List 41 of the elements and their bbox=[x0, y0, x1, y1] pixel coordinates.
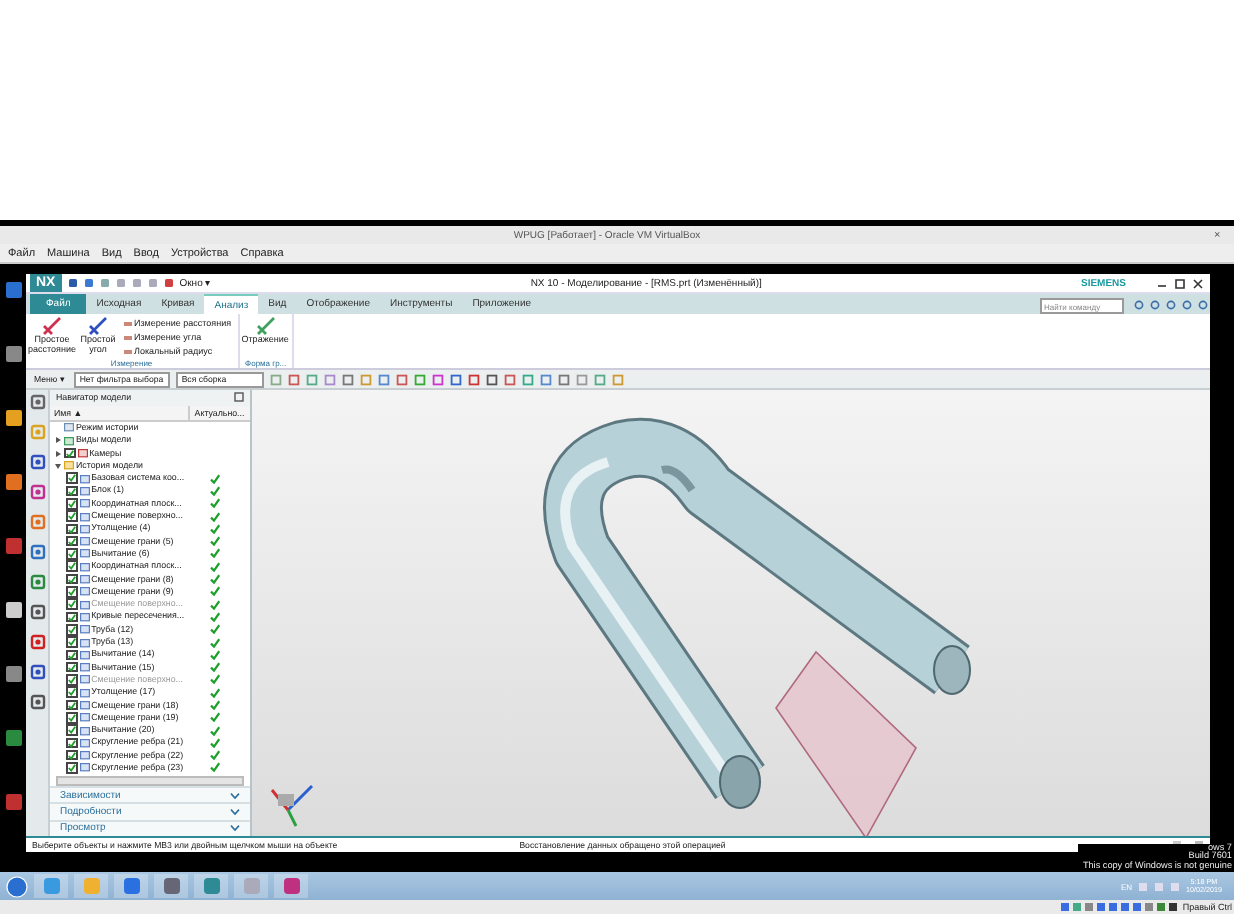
check-icon bbox=[66, 449, 74, 458]
checkbox[interactable] bbox=[66, 649, 78, 661]
checkbox[interactable] bbox=[66, 598, 78, 610]
desktop-icon[interactable] bbox=[3, 600, 23, 620]
checkbox[interactable] bbox=[66, 712, 78, 724]
desktop-icon[interactable] bbox=[3, 408, 23, 428]
checkbox[interactable] bbox=[66, 762, 78, 774]
scrollbar[interactable] bbox=[56, 775, 244, 786]
checkbox[interactable] bbox=[66, 636, 78, 648]
checkbox[interactable] bbox=[66, 674, 78, 686]
checkbox[interactable] bbox=[66, 661, 78, 673]
checkbox[interactable] bbox=[64, 447, 76, 459]
desktop-icon[interactable] bbox=[3, 472, 23, 492]
checkbox[interactable] bbox=[66, 472, 78, 484]
checkbox[interactable] bbox=[66, 611, 78, 623]
checkbox[interactable] bbox=[66, 749, 78, 761]
app-icon[interactable] bbox=[274, 874, 308, 898]
checkbox[interactable] bbox=[66, 724, 78, 736]
checkbox[interactable] bbox=[66, 623, 78, 636]
checkbox[interactable] bbox=[66, 548, 78, 560]
expander-icon[interactable] bbox=[54, 436, 62, 445]
desktop-icon[interactable] bbox=[3, 664, 23, 684]
axis-triad-icon bbox=[270, 784, 314, 827]
checkbox[interactable] bbox=[66, 535, 78, 547]
maximize-icon[interactable] bbox=[1174, 277, 1186, 289]
maximize-icon[interactable] bbox=[234, 392, 244, 403]
checkbox[interactable] bbox=[66, 686, 78, 698]
app-icon[interactable] bbox=[194, 874, 228, 898]
checkbox[interactable] bbox=[66, 523, 78, 535]
desktop-icon[interactable] bbox=[3, 344, 23, 364]
checkbox[interactable] bbox=[66, 510, 78, 522]
checkbox[interactable] bbox=[66, 560, 78, 573]
app-icon[interactable] bbox=[154, 874, 188, 898]
start-icon[interactable] bbox=[6, 875, 28, 897]
checkbox[interactable] bbox=[66, 586, 78, 598]
checkbox[interactable] bbox=[66, 485, 78, 497]
checkbox[interactable] bbox=[66, 573, 78, 585]
checkbox[interactable] bbox=[66, 497, 78, 510]
expander-icon[interactable] bbox=[54, 461, 62, 470]
checkbox[interactable] bbox=[66, 737, 78, 749]
checkbox[interactable] bbox=[66, 699, 78, 711]
